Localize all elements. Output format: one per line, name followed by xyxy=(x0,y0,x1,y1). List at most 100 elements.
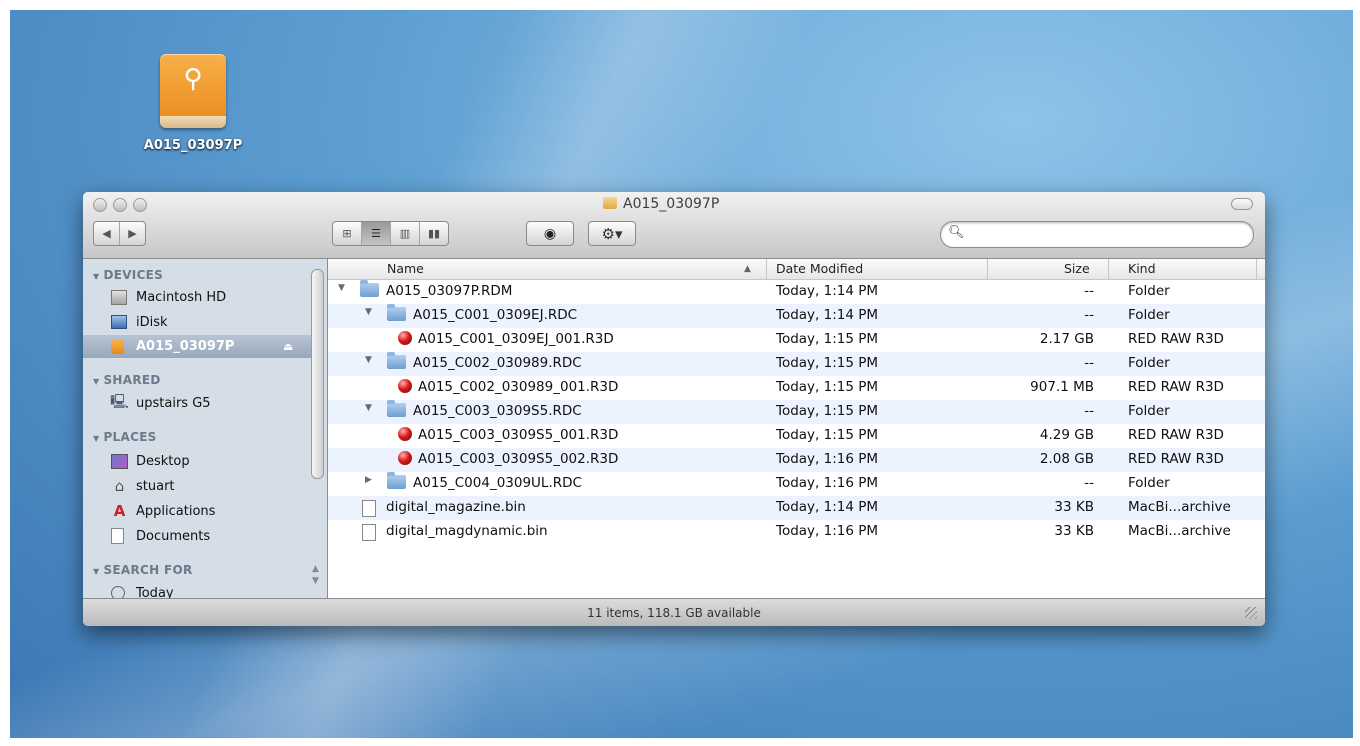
table-row[interactable]: A015_C002_030989_001.R3D Today, 1:15 PM 90… xyxy=(328,376,1265,400)
sidebar-heading-devices[interactable]: ▼ DEVICES xyxy=(93,268,163,282)
table-row[interactable]: A015_C001_0309EJ_001.R3D Today, 1:15 PM 2.… xyxy=(328,328,1265,352)
sidebar-scroll-thumb[interactable] xyxy=(311,269,324,479)
file-rows: ▼ A015_03097P.RDM Today, 1:14 PM -- Folder ▼ A… xyxy=(328,280,1265,544)
r3d-file-icon xyxy=(398,379,412,393)
eye-icon[interactable]: ◉ xyxy=(527,222,573,245)
sidebar-item-today[interactable]: Today xyxy=(83,582,311,598)
desktop-icon xyxy=(111,453,128,469)
folder-icon xyxy=(360,280,379,297)
sidebar-item-desktop[interactable]: Desktop xyxy=(83,450,311,472)
table-row[interactable]: ▼ A015_C003_0309S5.RDC Today, 1:15 PM -- Fol… xyxy=(328,400,1265,424)
scroll-arrows-icon[interactable]: ▲ ▼ xyxy=(312,563,319,587)
minimize-button[interactable] xyxy=(113,198,127,212)
cell-kind: Folder xyxy=(1128,355,1170,371)
eject-icon[interactable]: ⏏ xyxy=(283,340,293,353)
cell-date: Today, 1:14 PM xyxy=(776,283,879,299)
sidebar-item-documents[interactable]: Documents xyxy=(83,525,311,547)
table-row[interactable]: A015_C003_0309S5_001.R3D Today, 1:15 PM 4.… xyxy=(328,424,1265,448)
window-title: A015_03097P xyxy=(603,196,719,212)
cell-name: A015_C001_0309EJ_001.R3D xyxy=(418,331,614,347)
disclosure-expanded-icon[interactable]: ▼ xyxy=(365,403,372,413)
disclosure-expanded-icon[interactable]: ▼ xyxy=(338,283,345,293)
sidebar-item-applications[interactable]: A Applications xyxy=(83,500,311,522)
sidebar-item-drive[interactable]: A015_03097P ⏏ xyxy=(83,335,311,358)
table-row[interactable]: ▼ A015_C002_030989.RDC Today, 1:15 PM -- Fol… xyxy=(328,352,1265,376)
sidebar-item-macintosh-hd[interactable]: Macintosh HD xyxy=(83,286,311,308)
finder-window: A015_03097P ◀ ▶ ⊞ ☰ ▥ ▮▮ ◉ ⚙▾ 🔍︎ ▼ DEVIC… xyxy=(83,192,1265,626)
cell-kind: RED RAW R3D xyxy=(1128,379,1224,395)
column-header-date[interactable]: Date Modified xyxy=(776,261,863,276)
quicklook-group: ◉ xyxy=(526,221,574,246)
disclosure-expanded-icon[interactable]: ▼ xyxy=(365,355,372,365)
cell-kind: MacBi...archive xyxy=(1128,523,1231,539)
column-header-row: Name ▲ Date Modified Size Kind xyxy=(328,259,1265,280)
toolbar-toggle-button[interactable] xyxy=(1231,198,1253,210)
sort-ascending-icon: ▲ xyxy=(744,264,751,274)
sidebar-item-stuart[interactable]: ⌂ stuart xyxy=(83,475,311,497)
disclosure-collapsed-icon[interactable]: ▶ xyxy=(365,475,372,485)
cell-name: A015_03097P.RDM xyxy=(386,283,513,299)
sidebar-heading-places[interactable]: ▼ PLACES xyxy=(93,430,157,444)
back-arrow-icon[interactable]: ◀ xyxy=(94,222,120,245)
folder-icon xyxy=(603,197,617,209)
cell-date: Today, 1:15 PM xyxy=(776,379,879,395)
document-icon xyxy=(362,500,376,517)
sidebar-item-upstairs-g5[interactable]: 🖳 upstairs G5 xyxy=(83,392,311,414)
table-row[interactable]: ▼ A015_C001_0309EJ.RDC Today, 1:14 PM -- Fol… xyxy=(328,304,1265,328)
r3d-file-icon xyxy=(398,331,412,345)
disclosure-expanded-icon[interactable]: ▼ xyxy=(365,307,372,317)
gear-icon[interactable]: ⚙▾ xyxy=(589,222,635,245)
cell-name: A015_C003_0309S5.RDC xyxy=(413,403,582,419)
documents-icon xyxy=(111,528,124,544)
search-input[interactable] xyxy=(967,225,1241,244)
search-field[interactable]: 🔍︎ xyxy=(940,221,1254,248)
column-header-size[interactable]: Size xyxy=(1064,261,1090,276)
firewire-symbol-icon: ⚲ xyxy=(183,64,203,94)
folder-icon xyxy=(387,352,406,369)
sidebar-scrollbar[interactable]: ▲ ▼ xyxy=(310,265,324,595)
cell-date: Today, 1:15 PM xyxy=(776,427,879,443)
close-button[interactable] xyxy=(93,198,107,212)
cell-date: Today, 1:15 PM xyxy=(776,403,879,419)
resize-grip-icon[interactable] xyxy=(1245,607,1257,619)
table-row[interactable]: ▶ A015_C004_0309UL.RDC Today, 1:16 PM -- Fol… xyxy=(328,472,1265,496)
hard-disk-icon xyxy=(111,289,127,305)
sidebar-heading-search-for[interactable]: ▼ SEARCH FOR xyxy=(93,563,193,577)
column-header-kind[interactable]: Kind xyxy=(1128,261,1156,276)
desktop-drive-label[interactable]: A015_03097P xyxy=(138,138,248,153)
home-icon: ⌂ xyxy=(114,477,125,495)
sidebar-heading-shared[interactable]: ▼ SHARED xyxy=(93,373,161,387)
cell-name: A015_C002_030989_001.R3D xyxy=(418,379,619,395)
cell-kind: MacBi...archive xyxy=(1128,499,1231,515)
cell-size: 907.1 MB xyxy=(1030,379,1094,395)
column-header-name[interactable]: Name xyxy=(387,261,424,276)
forward-arrow-icon[interactable]: ▶ xyxy=(120,222,145,245)
cell-size: 4.29 GB xyxy=(1039,427,1094,443)
desktop-drive-item[interactable]: ⚲ A015_03097P xyxy=(138,54,248,153)
cell-size: -- xyxy=(1084,355,1094,371)
zoom-button[interactable] xyxy=(133,198,147,212)
cell-name: A015_C003_0309S5_002.R3D xyxy=(418,451,619,467)
table-row[interactable]: digital_magazine.bin Today, 1:14 PM 33 KB M… xyxy=(328,496,1265,520)
icon-view-icon[interactable]: ⊞ xyxy=(333,222,362,245)
document-icon xyxy=(362,524,376,541)
column-view-icon[interactable]: ▥ xyxy=(391,222,420,245)
cell-name: A015_C002_030989.RDC xyxy=(413,355,582,371)
view-mode-group: ⊞ ☰ ▥ ▮▮ xyxy=(332,221,449,246)
back-forward-group: ◀ ▶ xyxy=(93,221,146,246)
cell-date: Today, 1:16 PM xyxy=(776,475,879,491)
applications-icon: A xyxy=(113,502,126,520)
folder-icon xyxy=(387,472,406,489)
clock-icon xyxy=(111,586,125,598)
cover-flow-icon[interactable]: ▮▮ xyxy=(420,222,448,245)
sidebar: ▼ DEVICES Macintosh HD iDisk A015_03097P … xyxy=(83,259,328,598)
firewire-drive-icon[interactable]: ⚲ xyxy=(160,54,226,128)
table-row[interactable]: A015_C003_0309S5_002.R3D Today, 1:16 PM 2.… xyxy=(328,448,1265,472)
cell-size: -- xyxy=(1084,307,1094,323)
table-row[interactable]: digital_magdynamic.bin Today, 1:16 PM 33 K… xyxy=(328,520,1265,544)
table-row[interactable]: ▼ A015_03097P.RDM Today, 1:14 PM -- Folder xyxy=(328,280,1265,304)
sidebar-item-idisk[interactable]: iDisk xyxy=(83,311,311,333)
cell-date: Today, 1:14 PM xyxy=(776,307,879,323)
list-view-icon[interactable]: ☰ xyxy=(362,222,391,245)
cell-name: digital_magazine.bin xyxy=(386,499,526,515)
